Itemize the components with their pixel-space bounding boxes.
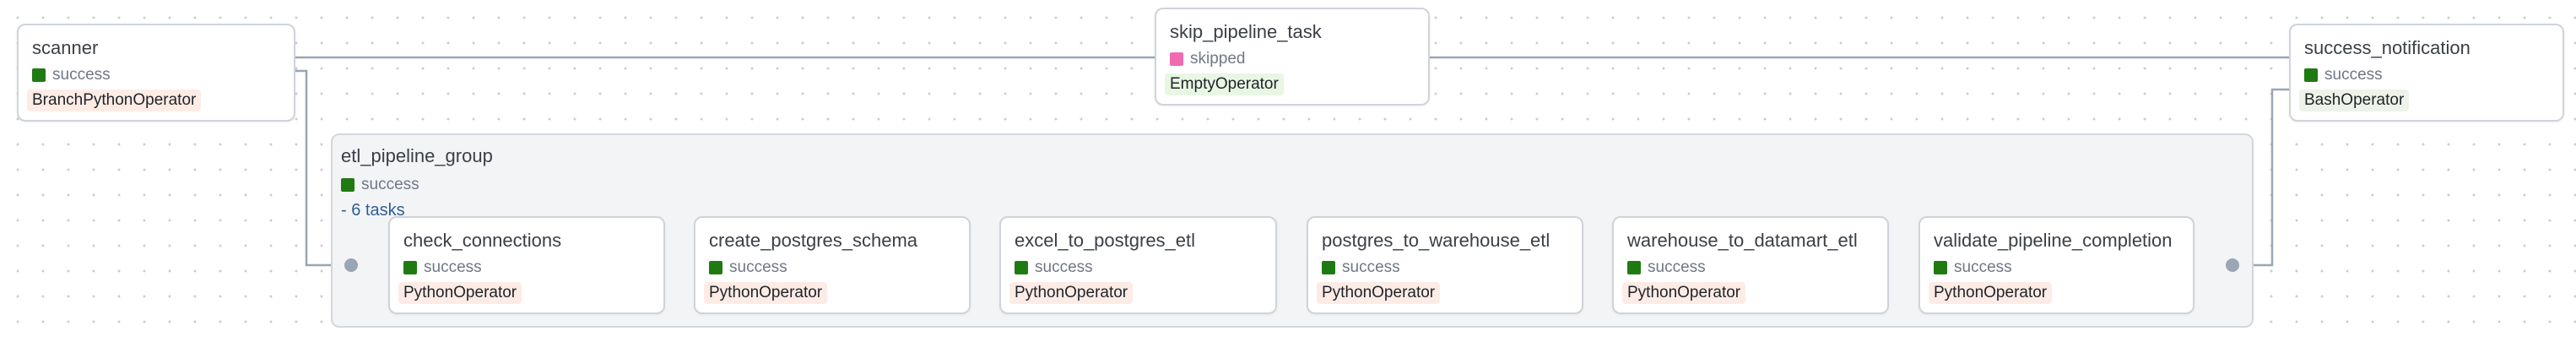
task-title: create_postgres_schema — [709, 230, 918, 251]
task-title: success_notification — [2304, 37, 2470, 58]
task-state-label: success — [729, 258, 787, 276]
task-node-excel-to-postgres-etl[interactable]: excel_to_postgres_etl success PythonOper… — [999, 216, 1277, 314]
task-state: success — [403, 258, 663, 277]
task-state-label: success — [1954, 258, 2012, 276]
operator-badge: BranchPythonOperator — [27, 90, 202, 111]
task-title: skip_pipeline_task — [1170, 21, 1322, 42]
task-node-success-notification[interactable]: success_notification success BashOperato… — [2289, 24, 2564, 122]
operator-badge: PythonOperator — [1009, 282, 1134, 304]
task-title: excel_to_postgres_etl — [1015, 230, 1196, 251]
task-node-postgres-to-warehouse-etl[interactable]: postgres_to_warehouse_etl success Python… — [1307, 216, 1583, 314]
success-state-icon — [1934, 261, 1947, 274]
task-node-scanner[interactable]: scanner success BranchPythonOperator — [17, 24, 295, 122]
task-title: scanner — [32, 37, 99, 58]
task-state: success — [32, 66, 294, 84]
group-title: etl_pipeline_group — [341, 145, 493, 166]
operator-badge: PythonOperator — [398, 282, 522, 304]
success-state-icon — [1015, 261, 1028, 274]
task-state-label: success — [2324, 66, 2383, 84]
group-state: success — [341, 176, 2252, 194]
group-entry-join-node — [344, 258, 358, 272]
skipped-state-icon — [1170, 52, 1183, 66]
success-state-icon — [403, 261, 417, 274]
task-state-label: skipped — [1190, 50, 1246, 68]
operator-badge: PythonOperator — [1929, 282, 2053, 304]
task-node-create-postgres-schema[interactable]: create_postgres_schema success PythonOpe… — [694, 216, 971, 314]
success-state-icon — [709, 261, 722, 274]
task-node-warehouse-to-datamart-etl[interactable]: warehouse_to_datamart_etl success Python… — [1612, 216, 1889, 314]
operator-badge: EmptyOperator — [1165, 73, 1284, 95]
group-exit-join-node — [2226, 258, 2239, 272]
task-state: skipped — [1170, 50, 1428, 68]
task-state-label: success — [424, 258, 482, 276]
task-state-label: success — [1648, 258, 1706, 276]
task-title: check_connections — [403, 230, 562, 251]
task-state: success — [2304, 66, 2562, 84]
operator-badge: PythonOperator — [1317, 282, 1441, 304]
task-state-label: success — [1342, 258, 1400, 276]
success-state-icon — [1627, 261, 1641, 274]
task-state: success — [1934, 258, 2193, 277]
task-node-skip-pipeline-task[interactable]: skip_pipeline_task skipped EmptyOperator — [1155, 8, 1430, 106]
operator-badge: BashOperator — [2299, 90, 2410, 111]
task-state: success — [1322, 258, 1582, 277]
task-title: warehouse_to_datamart_etl — [1627, 230, 1858, 251]
success-state-icon — [32, 68, 46, 82]
task-state: success — [1627, 258, 1887, 277]
task-state-label: success — [52, 66, 111, 84]
success-state-icon — [2304, 68, 2318, 82]
success-state-icon — [341, 178, 354, 192]
group-state-label: success — [361, 176, 419, 193]
task-state: success — [1015, 258, 1275, 277]
operator-badge: PythonOperator — [1622, 282, 1746, 304]
task-state: success — [709, 258, 969, 277]
task-node-check-connections[interactable]: check_connections success PythonOperator — [388, 216, 665, 314]
task-title: validate_pipeline_completion — [1934, 230, 2173, 251]
task-node-validate-pipeline-completion[interactable]: validate_pipeline_completion success Pyt… — [1918, 216, 2194, 314]
task-state-label: success — [1035, 258, 1093, 276]
task-title: postgres_to_warehouse_etl — [1322, 230, 1550, 251]
success-state-icon — [1322, 261, 1335, 274]
operator-badge: PythonOperator — [704, 282, 828, 304]
